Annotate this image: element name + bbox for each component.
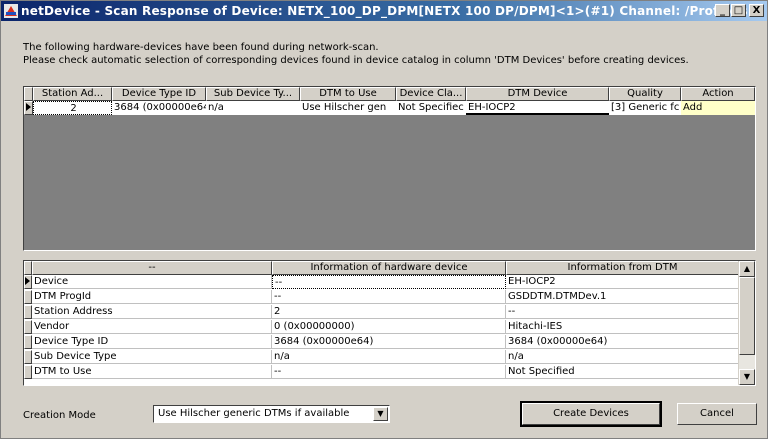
cell-device-type-id[interactable]: 3684 (0x00000e64)	[112, 101, 206, 115]
info-row-header-corner	[24, 261, 32, 275]
cell-station-address[interactable]: 2	[33, 101, 112, 115]
close-button[interactable]: X	[749, 4, 764, 17]
scan-response-dialog: netDevice - Scan Response of Device: NET…	[0, 0, 768, 439]
chevron-down-icon[interactable]: ▼	[373, 407, 388, 421]
row-indicator-icon	[24, 101, 33, 115]
column-header-quality[interactable]: Quality	[609, 87, 681, 101]
cell-sub-device-type[interactable]: n/a	[206, 101, 300, 115]
cell-dtm-device[interactable]: EH-IOCP2	[466, 101, 609, 115]
info-cell-hardware[interactable]: --	[272, 290, 506, 304]
row-header	[24, 320, 32, 334]
device-info-table[interactable]: -- Information of hardware device Inform…	[23, 260, 756, 386]
cell-device-class[interactable]: Not Specifiec	[396, 101, 466, 115]
devices-table[interactable]: Station Ad... Device Type ID Sub Device …	[23, 86, 756, 251]
info-cell-dtm[interactable]: 3684 (0x00000e64)	[506, 335, 739, 349]
info-cell-dtm[interactable]: Not Specified	[506, 365, 739, 379]
netdevice-icon	[4, 4, 18, 18]
info-column-header-hardware[interactable]: Information of hardware device	[272, 261, 506, 275]
intro-line-2: Please check automatic selection of corr…	[23, 55, 689, 66]
info-cell-property[interactable]: Station Address	[32, 305, 272, 319]
minimize-button[interactable]: _	[715, 4, 730, 17]
column-header-action[interactable]: Action	[681, 87, 755, 101]
info-cell-property[interactable]: DTM to Use	[32, 365, 272, 379]
cell-quality[interactable]: [3] Generic fc	[609, 101, 681, 115]
info-scrollbar[interactable]: ▲ ▼	[738, 261, 755, 385]
info-cell-dtm[interactable]: n/a	[506, 350, 739, 364]
window-title: netDevice - Scan Response of Device: NET…	[21, 4, 748, 18]
info-cell-dtm[interactable]: GSDDTM.DTMDev.1	[506, 290, 739, 304]
info-column-header-property[interactable]: --	[32, 261, 272, 275]
scroll-up-icon[interactable]: ▲	[739, 261, 755, 277]
info-cell-dtm[interactable]: EH-IOCP2	[506, 275, 739, 289]
column-header-dtm-device[interactable]: DTM Device	[466, 87, 609, 101]
info-cell-dtm[interactable]: --	[506, 305, 739, 319]
cancel-button[interactable]: Cancel	[677, 403, 757, 425]
row-header	[24, 290, 32, 304]
info-cell-hardware[interactable]: --	[272, 365, 506, 379]
cell-action[interactable]: Add	[681, 101, 755, 115]
info-cell-property[interactable]: Device	[32, 275, 272, 289]
column-header-device-type-id[interactable]: Device Type ID	[112, 87, 206, 101]
row-header	[24, 305, 32, 319]
column-header-station-address[interactable]: Station Ad...	[33, 87, 112, 101]
info-cell-hardware[interactable]: 0 (0x00000000)	[272, 320, 506, 334]
scroll-down-icon[interactable]: ▼	[739, 369, 755, 385]
creation-mode-label: Creation Mode	[23, 410, 96, 421]
row-indicator-icon	[24, 275, 32, 289]
info-cell-hardware[interactable]: n/a	[272, 350, 506, 364]
info-cell-property[interactable]: Sub Device Type	[32, 350, 272, 364]
creation-mode-select[interactable]: Use Hilscher generic DTMs if available ▼	[153, 405, 390, 423]
row-header	[24, 350, 32, 364]
scroll-thumb[interactable]	[739, 277, 755, 355]
column-header-dtm-to-use[interactable]: DTM to Use	[300, 87, 396, 101]
creation-mode-value: Use Hilscher generic DTMs if available	[158, 408, 350, 419]
cell-dtm-to-use[interactable]: Use Hilscher gen	[300, 101, 396, 115]
row-header	[24, 365, 32, 379]
info-cell-dtm[interactable]: Hitachi-IES	[506, 320, 739, 334]
info-cell-property[interactable]: Vendor	[32, 320, 272, 334]
intro-line-1: The following hardware-devices have been…	[23, 42, 379, 53]
column-header-device-class[interactable]: Device Cla...	[396, 87, 466, 101]
maximize-button[interactable]: □	[731, 4, 746, 17]
row-header-corner	[24, 87, 33, 101]
info-cell-property[interactable]: Device Type ID	[32, 335, 272, 349]
info-cell-property[interactable]: DTM ProgId	[32, 290, 272, 304]
info-cell-hardware[interactable]: 2	[272, 305, 506, 319]
create-devices-button[interactable]: Create Devices	[520, 401, 662, 427]
intro-text: The following hardware-devices have been…	[23, 41, 689, 67]
row-header	[24, 335, 32, 349]
column-header-sub-device-type[interactable]: Sub Device Ty...	[206, 87, 300, 101]
info-column-header-dtm[interactable]: Information from DTM	[506, 261, 739, 275]
info-cell-hardware[interactable]: 3684 (0x00000e64)	[272, 335, 506, 349]
info-cell-hardware[interactable]: --	[272, 275, 506, 289]
title-bar[interactable]: netDevice - Scan Response of Device: NET…	[1, 1, 767, 21]
